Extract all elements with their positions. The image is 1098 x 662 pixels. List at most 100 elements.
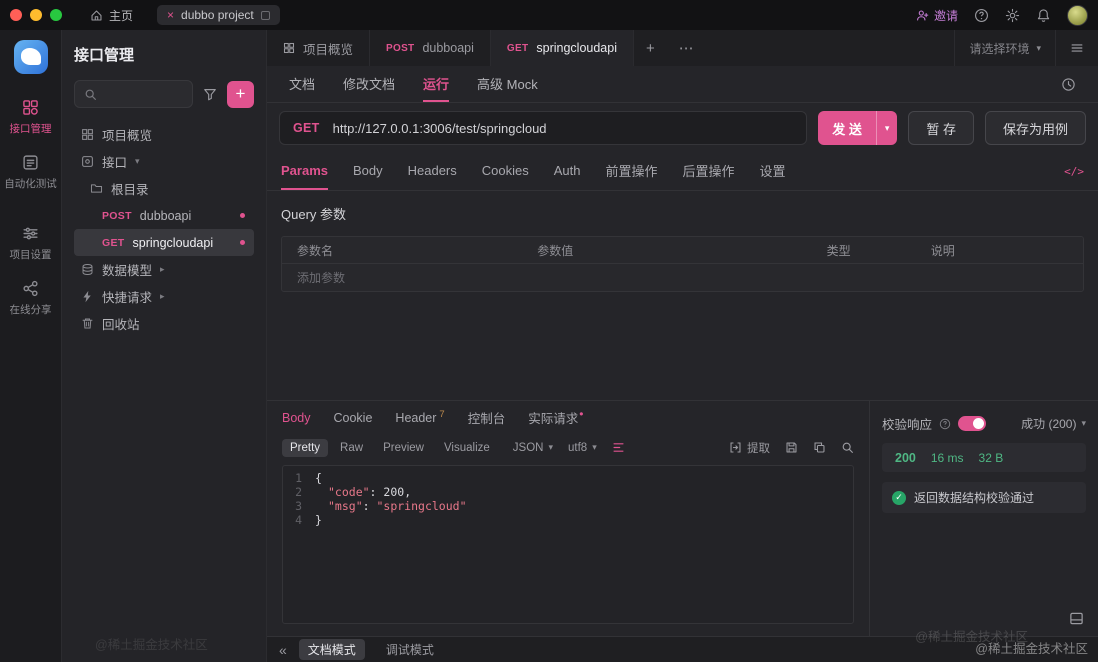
resptab-body[interactable]: Body bbox=[282, 411, 311, 425]
view-visualize-button[interactable]: Visualize bbox=[436, 439, 498, 457]
chevron-right-icon[interactable]: ▸ bbox=[160, 291, 165, 302]
filter-icon[interactable] bbox=[203, 87, 217, 101]
subtab-run[interactable]: 运行 bbox=[423, 66, 449, 102]
invite-icon bbox=[916, 9, 929, 22]
bell-icon[interactable] bbox=[1036, 8, 1051, 23]
resptab-actual-request[interactable]: 实际请求• bbox=[528, 407, 583, 427]
doc-mode-button[interactable]: 文档模式 bbox=[299, 639, 365, 660]
column-param-name: 参数名 bbox=[282, 242, 522, 259]
reqtab-settings[interactable]: 设置 bbox=[760, 153, 786, 190]
chevron-down-icon[interactable]: ▾ bbox=[135, 156, 140, 167]
method-badge-post: POST bbox=[102, 210, 132, 222]
resptab-header[interactable]: Header7 bbox=[395, 409, 444, 425]
debug-mode-button[interactable]: 调试模式 bbox=[377, 639, 443, 660]
view-raw-button[interactable]: Raw bbox=[332, 439, 371, 457]
environment-select[interactable]: 请选择环境 ▾ bbox=[954, 30, 1055, 66]
reqtab-post-op[interactable]: 后置操作 bbox=[683, 153, 735, 190]
menu-icon[interactable] bbox=[1055, 30, 1098, 66]
collapse-sidebar-icon[interactable]: « bbox=[279, 642, 287, 658]
add-param-row[interactable]: 添加参数 bbox=[282, 264, 1083, 291]
validation-toggle[interactable] bbox=[958, 416, 986, 431]
invite-button[interactable]: 邀请 bbox=[916, 7, 958, 24]
subtab-edit-doc[interactable]: 修改文档 bbox=[343, 66, 395, 102]
tab-get-springcloudapi[interactable]: GET springcloudapi bbox=[491, 30, 634, 66]
close-window-button[interactable] bbox=[10, 9, 22, 21]
header-count-badge: 7 bbox=[439, 409, 444, 420]
view-pretty-button[interactable]: Pretty bbox=[282, 439, 328, 457]
send-dropdown-icon[interactable]: ▾ bbox=[876, 111, 898, 145]
environment-placeholder: 请选择环境 bbox=[969, 40, 1029, 57]
tab-post-dubboapi[interactable]: POST dubboapi bbox=[370, 30, 491, 66]
tree-label: dubboapi bbox=[140, 209, 191, 223]
tree-item-get-springcloudapi[interactable]: GET springcloudapi bbox=[74, 229, 254, 256]
new-tab-button[interactable]: + bbox=[634, 30, 667, 66]
reqtab-auth[interactable]: Auth bbox=[554, 153, 581, 190]
reqtab-params[interactable]: Params bbox=[281, 153, 328, 190]
reqtab-cookies[interactable]: Cookies bbox=[482, 153, 529, 190]
search-box[interactable] bbox=[74, 80, 193, 108]
copy-icon[interactable] bbox=[813, 441, 826, 454]
close-project-icon[interactable]: × bbox=[167, 9, 174, 21]
more-tabs-button[interactable]: ⋯ bbox=[667, 30, 706, 66]
rail-item-online-share[interactable]: 在线分享 bbox=[0, 271, 61, 326]
format-icon[interactable] bbox=[612, 441, 625, 454]
panel-layout-icon[interactable] bbox=[1069, 611, 1084, 626]
resptab-console[interactable]: 控制台 bbox=[468, 408, 506, 427]
request-bar: GET http://127.0.0.1:3006/test/springclo… bbox=[267, 103, 1098, 153]
rail-label: 自动化测试 bbox=[4, 176, 57, 191]
history-icon[interactable] bbox=[1061, 66, 1090, 102]
search-response-icon[interactable] bbox=[841, 441, 854, 454]
code-icon[interactable]: </> bbox=[1064, 153, 1084, 190]
tab-label: springcloudapi bbox=[536, 41, 617, 55]
chevron-down-icon: ▾ bbox=[548, 442, 553, 453]
help-icon[interactable] bbox=[974, 8, 989, 23]
zoom-window-button[interactable] bbox=[50, 9, 62, 21]
code-line: 1 { bbox=[283, 471, 853, 485]
tree-item-root-dir[interactable]: 根目录 bbox=[74, 175, 254, 202]
question-icon[interactable] bbox=[939, 418, 951, 430]
rail-item-project-settings[interactable]: 项目设置 bbox=[0, 216, 61, 271]
avatar[interactable] bbox=[1067, 5, 1088, 26]
project-tab[interactable]: × dubbo project bbox=[157, 5, 280, 25]
reqtab-pre-op[interactable]: 前置操作 bbox=[605, 153, 657, 190]
chevron-right-icon[interactable]: ▸ bbox=[160, 264, 165, 275]
language-select[interactable]: JSON▾ bbox=[513, 442, 553, 454]
view-preview-button[interactable]: Preview bbox=[375, 439, 432, 457]
rail-item-automation-test[interactable]: 自动化测试 bbox=[0, 145, 61, 200]
url-input[interactable]: GET http://127.0.0.1:3006/test/springclo… bbox=[279, 111, 807, 145]
tree-label: 接口 bbox=[102, 152, 127, 171]
search-input[interactable] bbox=[104, 87, 183, 101]
tree-item-data-model[interactable]: 数据模型 ▸ bbox=[74, 256, 254, 283]
save-icon[interactable] bbox=[785, 441, 798, 454]
left-rail: 接口管理 自动化测试 项目设置 在线分享 bbox=[0, 30, 62, 662]
extract-button[interactable]: 提取 bbox=[729, 440, 770, 456]
save-as-case-button[interactable]: 保存为用例 bbox=[985, 111, 1086, 145]
response-toolbar-icons: 提取 bbox=[729, 440, 854, 456]
response-body-editor[interactable]: 1 { 2 "code" : 200 , 3 bbox=[282, 465, 854, 624]
code-token: "springcloud" bbox=[376, 499, 466, 513]
validation-result-select[interactable]: 成功 (200) ▾ bbox=[1021, 415, 1086, 432]
stash-button[interactable]: 暂 存 bbox=[908, 111, 974, 145]
reqtab-body[interactable]: Body bbox=[353, 153, 383, 190]
tree-item-post-dubboapi[interactable]: POST dubboapi bbox=[74, 202, 254, 229]
add-api-button[interactable]: + bbox=[227, 81, 254, 108]
subtab-advanced-mock[interactable]: 高级 Mock bbox=[477, 66, 538, 102]
tree-label: 快捷请求 bbox=[102, 287, 152, 306]
tree-item-api-group[interactable]: 接口 ▾ bbox=[74, 148, 254, 175]
subtab-doc[interactable]: 文档 bbox=[289, 66, 315, 102]
tree-item-quick-request[interactable]: 快捷请求 ▸ bbox=[74, 283, 254, 310]
home-button[interactable]: 主页 bbox=[82, 4, 141, 27]
resptab-cookie[interactable]: Cookie bbox=[334, 411, 373, 425]
reqtab-headers[interactable]: Headers bbox=[408, 153, 457, 190]
gear-icon[interactable] bbox=[1005, 8, 1020, 23]
charset-select[interactable]: utf8▾ bbox=[568, 442, 597, 454]
add-param-label[interactable]: 添加参数 bbox=[282, 269, 522, 286]
column-type: 类型 bbox=[819, 242, 923, 259]
minimize-window-button[interactable] bbox=[30, 9, 42, 21]
tab-project-overview[interactable]: 项目概览 bbox=[267, 30, 370, 66]
app-logo[interactable] bbox=[14, 40, 48, 74]
tree-item-project-overview[interactable]: 项目概览 bbox=[74, 121, 254, 148]
tree-item-recycle-bin[interactable]: 回收站 bbox=[74, 310, 254, 337]
send-button[interactable]: 发 送 ▾ bbox=[818, 111, 897, 145]
rail-item-api-management[interactable]: 接口管理 bbox=[0, 90, 61, 145]
